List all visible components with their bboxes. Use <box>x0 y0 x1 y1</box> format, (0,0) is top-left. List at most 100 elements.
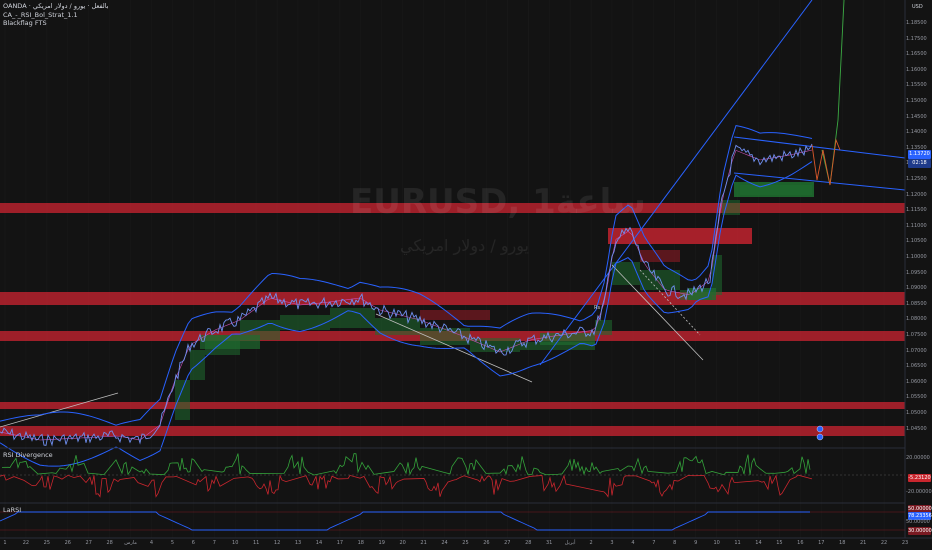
date-label: 11 <box>734 540 741 546</box>
channel-top <box>733 136 906 159</box>
red-zone <box>0 402 905 409</box>
date-label: 25 <box>462 540 469 546</box>
price-axis-label: 1.12500 <box>906 176 927 182</box>
date-label: 27 <box>85 540 92 546</box>
watermark-symbol: EURUSD, 1ساعة <box>350 182 646 222</box>
date-label: 28 <box>525 540 532 546</box>
date-label: 4 <box>631 540 635 546</box>
date-label: 7 <box>212 540 216 546</box>
price-axis-label: 1.08500 <box>906 300 927 307</box>
date-label: 20 <box>399 540 406 546</box>
date-label: 26 <box>64 540 71 546</box>
price-axis-label: 1.05500 <box>906 394 927 401</box>
date-label: 14 <box>755 540 762 546</box>
price-axis-label: 1.10500 <box>906 238 927 245</box>
red-block <box>640 250 680 262</box>
date-label: 23 <box>901 540 909 546</box>
date-label: 10 <box>232 540 239 546</box>
larsi-pane-title[interactable]: LaRSI <box>3 506 21 514</box>
date-label: 22 <box>880 540 888 546</box>
price-axis-label: 1.05000 <box>906 410 927 416</box>
larsi-value-badge: 30.00000 <box>908 527 932 535</box>
price-axis-label: 1.07000 <box>906 347 927 354</box>
date-label: 18 <box>839 540 846 546</box>
signal-marker[interactable] <box>816 433 824 441</box>
price-axis-label: 1.07500 <box>906 332 927 338</box>
price-axis-label: 1.14000 <box>906 129 927 136</box>
price-axis-label: 1.08000 <box>906 316 927 323</box>
indicator-legend[interactable]: CA_-_RSI_Bol_Strat_1.1 <box>3 11 109 20</box>
date-label: 7 <box>652 540 656 546</box>
date-label: 28 <box>106 540 113 546</box>
date-label: 5 <box>170 540 175 546</box>
date-label: 8 <box>673 540 677 546</box>
countdown-label: 02:18 <box>908 159 931 168</box>
date-label: أبريل <box>564 540 576 546</box>
price-axis-label: 1.14500 <box>906 113 927 120</box>
date-label: مارس <box>124 540 137 546</box>
chart-canvas[interactable]: Rs <box>0 0 932 550</box>
signal-marker[interactable] <box>816 425 824 433</box>
larsi-axis-label: 50.00000 <box>906 519 930 525</box>
price-axis-label: 1.15000 <box>906 98 927 104</box>
date-label: 13 <box>294 540 302 546</box>
price-axis-label: 1.12000 <box>906 191 927 198</box>
date-label: 24 <box>441 540 448 546</box>
price-axis-label: 1.11000 <box>906 222 927 229</box>
date-label: 19 <box>378 540 385 546</box>
date-label: 12 <box>273 540 281 546</box>
price-axis-label: 1.16500 <box>906 51 927 58</box>
red-zone <box>0 292 905 305</box>
currency-label[interactable]: USD <box>912 4 923 10</box>
price-axis-label: 1.18500 <box>906 20 927 26</box>
price-axis-label: 1.15500 <box>906 82 927 89</box>
red-zone <box>608 228 752 244</box>
date-label: 9 <box>694 540 698 546</box>
larsi-line <box>0 511 810 531</box>
date-label: 18 <box>357 540 364 546</box>
rsi-positive <box>1 453 811 476</box>
date-label: 17 <box>818 540 825 546</box>
date-label: 27 <box>504 540 511 546</box>
watermark-name: يورو / دولار امريكي <box>400 236 529 255</box>
date-label: 21 <box>420 540 427 546</box>
date-label: 22 <box>22 540 30 546</box>
current-price-label: 1.13720 <box>908 150 931 159</box>
rsi-axis-label: -20.00000 <box>906 489 932 495</box>
date-label: 2 <box>589 540 593 546</box>
price-axis-label: 1.04500 <box>906 425 927 432</box>
date-label: 26 <box>483 540 490 546</box>
date-label: 11 <box>252 540 260 546</box>
rsi-value-badge: -5.23120 <box>908 474 931 482</box>
forecast-green <box>821 0 845 186</box>
rsi-negative <box>0 474 813 498</box>
date-label: 6 <box>191 540 195 546</box>
price-axis-label: 1.11500 <box>906 207 927 214</box>
date-label: 25 <box>43 540 51 546</box>
date-label: 1 <box>3 540 7 546</box>
rsi-pane-title[interactable]: RSI Divergence <box>3 451 53 459</box>
price-axis-label: 1.06000 <box>906 378 927 385</box>
indicator-legend[interactable]: Blackflag FTS <box>3 19 109 28</box>
bollinger-band <box>0 125 813 426</box>
date-label: 10 <box>713 540 720 546</box>
red-zone <box>0 426 905 436</box>
chart-legend: OANDA · بالفعل · يورو / دولار امريكي CA_… <box>3 2 109 28</box>
price-axis-label: 1.17500 <box>906 35 927 42</box>
date-label: 4 <box>149 540 154 546</box>
price-axis-label: 1.09500 <box>906 269 927 276</box>
date-label: 16 <box>797 540 804 546</box>
price-axis-label: 1.09000 <box>906 285 927 292</box>
trend-line-left <box>0 392 119 428</box>
date-label: 14 <box>315 540 323 546</box>
price-axis-label: 1.10000 <box>906 254 927 260</box>
label-rs: Rs <box>594 305 600 311</box>
price-axis-label: 1.06500 <box>906 363 927 370</box>
date-label: 17 <box>336 540 344 546</box>
grid <box>4 0 906 538</box>
symbol-legend[interactable]: OANDA · بالفعل · يورو / دولار امريكي <box>3 2 109 11</box>
date-label: 15 <box>776 540 783 546</box>
date-label: 3 <box>610 540 614 546</box>
price-axis-label: 1.16000 <box>906 66 927 73</box>
date-label: 31 <box>545 540 553 546</box>
